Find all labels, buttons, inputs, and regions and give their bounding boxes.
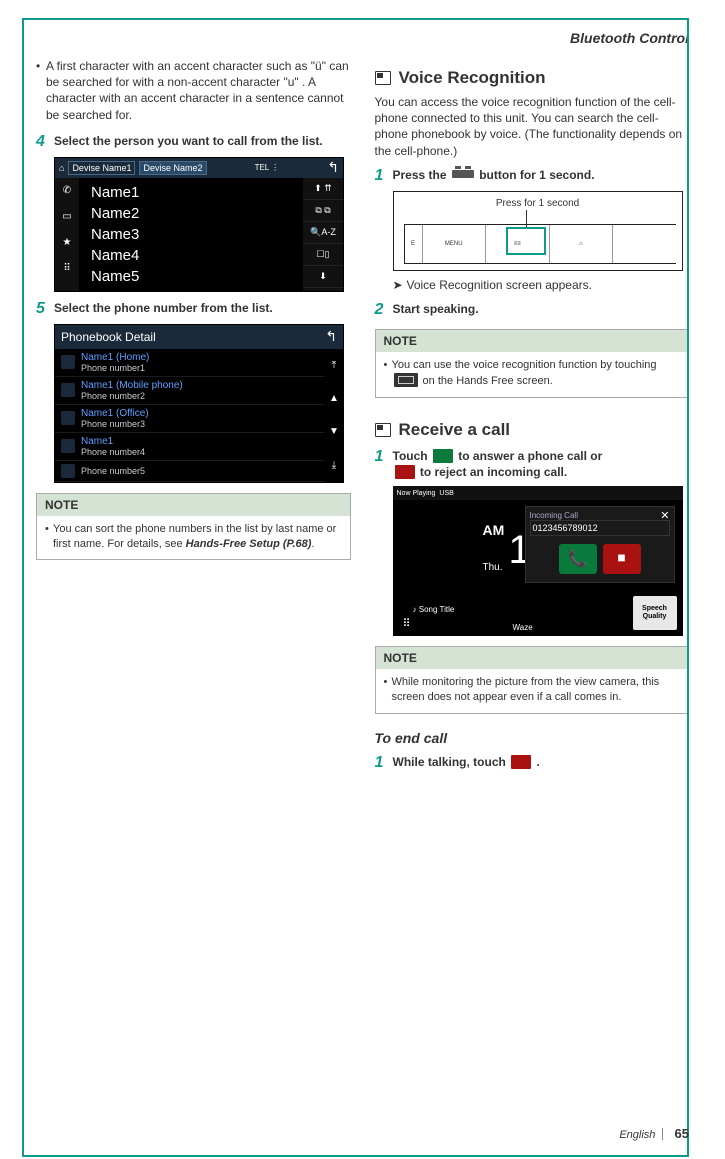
left-sidebar-icons: ✆ ▭ ★ ⠿ (55, 178, 79, 291)
note-sort-text: You can sort the phone numbers in the li… (53, 522, 342, 552)
note-camera-text: While monitoring the picture from the vi… (392, 675, 681, 705)
footer-language: English (619, 1129, 655, 1141)
device-tab-2[interactable]: Devise Name2 (139, 161, 206, 175)
right-column: Voice Recognition You can access the voi… (375, 58, 690, 778)
az-sort-icon[interactable]: 🔍 A-Z (303, 222, 343, 244)
list-item[interactable]: Name5 (85, 266, 297, 287)
answer-icon (433, 449, 453, 463)
popup-title: Incoming Call (530, 511, 670, 520)
copy-icon[interactable]: ⧉ ⧉ (303, 200, 343, 222)
favorites-icon[interactable]: ★ (55, 230, 79, 256)
note-voice-text: You can use the voice recognition functi… (392, 358, 681, 389)
scroll-bottom-icon[interactable]: ⤓ (325, 449, 343, 482)
end-step-1: 1 While talking, touch . (375, 754, 690, 772)
phonebook-row[interactable]: Name1 (Mobile phone)Phone number2 (55, 377, 325, 405)
answer-button[interactable]: 📞 (559, 544, 597, 574)
reject-icon (395, 465, 415, 479)
panel-button: E (405, 225, 423, 263)
hangup-icon (511, 755, 531, 769)
phonebook-title: Phonebook Detail (61, 330, 156, 344)
now-playing-label: Now Playing (397, 490, 436, 497)
phonebook-row[interactable]: Name1 (Home)Phone number1 (55, 349, 325, 377)
end-call-heading: To end call (375, 730, 690, 746)
section-icon (375, 71, 391, 85)
scroll-down-icon[interactable]: ⬇ (303, 266, 343, 288)
note-voice: NOTE • You can use the voice recognition… (375, 329, 690, 398)
left-column: • A first character with an accent chara… (36, 58, 351, 778)
device-tab-1[interactable]: Devise Name1 (68, 161, 135, 175)
note-camera: NOTE • While monitoring the picture from… (375, 646, 690, 714)
figure-incoming-call: Now Playing USB AM 1 Thu. ♪ Song Title ⠿… (393, 486, 683, 636)
panel-home-button: ⌂ (550, 225, 614, 263)
generic-icon (61, 464, 75, 478)
hands-free-ref: Hands-Free Setup (P.68) (186, 538, 312, 550)
speech-quality-button[interactable]: Speech Quality (633, 596, 677, 630)
usb-label: USB (439, 490, 453, 497)
scroll-up-icon[interactable]: ⬆ ⇈ (303, 178, 343, 200)
day-label: Thu. (483, 562, 503, 573)
section-icon (375, 423, 391, 437)
footer-page-number: 65 (675, 1126, 689, 1141)
voice-result: ➤ Voice Recognition screen appears. (393, 277, 690, 293)
back-icon[interactable]: ↰ (325, 328, 337, 345)
voice-step-2: 2 Start speaking. (375, 301, 690, 319)
note-heading: NOTE (37, 494, 350, 516)
office-icon (61, 411, 75, 425)
note-sort: NOTE • You can sort the phone numbers in… (36, 493, 351, 561)
back-icon[interactable]: ↰ (327, 159, 339, 176)
accent-note-text: A first character with an accent charact… (46, 58, 351, 123)
list-item[interactable]: Name3 (85, 224, 297, 245)
incoming-call-popup: ✕ Incoming Call 0123456789012 📞 ⏹ (525, 506, 675, 583)
apps-grid-icon[interactable]: ⠿ (403, 617, 411, 630)
popup-number: 0123456789012 (530, 520, 670, 536)
step-4-text: Select the person you want to call from … (54, 133, 351, 151)
scroll-top-icon[interactable]: ⤒ (325, 349, 343, 382)
name-list: Name1 Name2 Name3 Name4 Name5 (79, 178, 303, 291)
scroll-down-icon[interactable]: ▼ (325, 415, 343, 448)
home-icon (61, 355, 75, 369)
receive-step-1: 1 Touch to answer a phone call or to rej… (375, 448, 690, 480)
list-item[interactable]: Name2 (85, 203, 297, 224)
scroll-up-icon[interactable]: ▲ (325, 382, 343, 415)
mobile-icon (61, 383, 75, 397)
waze-label[interactable]: Waze (513, 623, 533, 632)
step-4-number: 4 (36, 133, 54, 151)
am-label: AM (483, 522, 505, 538)
list-item[interactable]: Name1 (85, 182, 297, 203)
panel-button (613, 225, 676, 263)
accent-note-bullet: • A first character with an accent chara… (36, 58, 351, 123)
page-footer: English 65 (619, 1126, 689, 1141)
reject-button[interactable]: ⏹ (603, 544, 641, 574)
voice-recognition-para: You can access the voice recognition fun… (375, 94, 690, 159)
step-5: 5 Select the phone number from the list. (36, 300, 351, 318)
dial-icon[interactable]: ✆ (55, 178, 79, 204)
song-title: ♪ Song Title (413, 605, 455, 614)
phonebook-row[interactable]: Phone number5 (55, 461, 325, 482)
keypad-icon[interactable]: ⠿ (55, 256, 79, 282)
list-item[interactable]: Name4 (85, 245, 297, 266)
panel-menu-button: MENU (423, 225, 487, 263)
step-5-text: Select the phone number from the list. (54, 300, 351, 318)
generic-icon (61, 439, 75, 453)
highlight-frame (506, 227, 546, 255)
step-4: 4 Select the person you want to call fro… (36, 133, 351, 151)
contacts-icon[interactable]: ▭ (55, 204, 79, 230)
figure-press-button: Press for 1 second E MENU ≡≡ ⌂ (393, 191, 683, 271)
phonebook-row[interactable]: Name1 (Office)Phone number3 (55, 405, 325, 433)
voice-touch-icon (394, 373, 418, 387)
receive-call-heading: Receive a call (375, 420, 690, 440)
page-header: Bluetooth Control (36, 30, 689, 46)
press-label: Press for 1 second (394, 198, 682, 209)
step-5-number: 5 (36, 300, 54, 318)
voice-button-icon (452, 170, 474, 178)
voice-step-1: 1 Press the button for 1 second. (375, 167, 690, 185)
close-icon[interactable]: ✕ (660, 509, 669, 522)
figure-name-list: ⌂ Devise Name1 Devise Name2 TEL ⋮ ↰ ✆ ▭ … (54, 157, 351, 292)
figure-phonebook-detail: Phonebook Detail ↰ Name1 (Home)Phone num… (54, 324, 351, 483)
phonebook-row[interactable]: Name1Phone number4 (55, 433, 325, 461)
voice-recognition-heading: Voice Recognition (375, 68, 690, 88)
device-icon[interactable]: ☐▯ (303, 244, 343, 266)
